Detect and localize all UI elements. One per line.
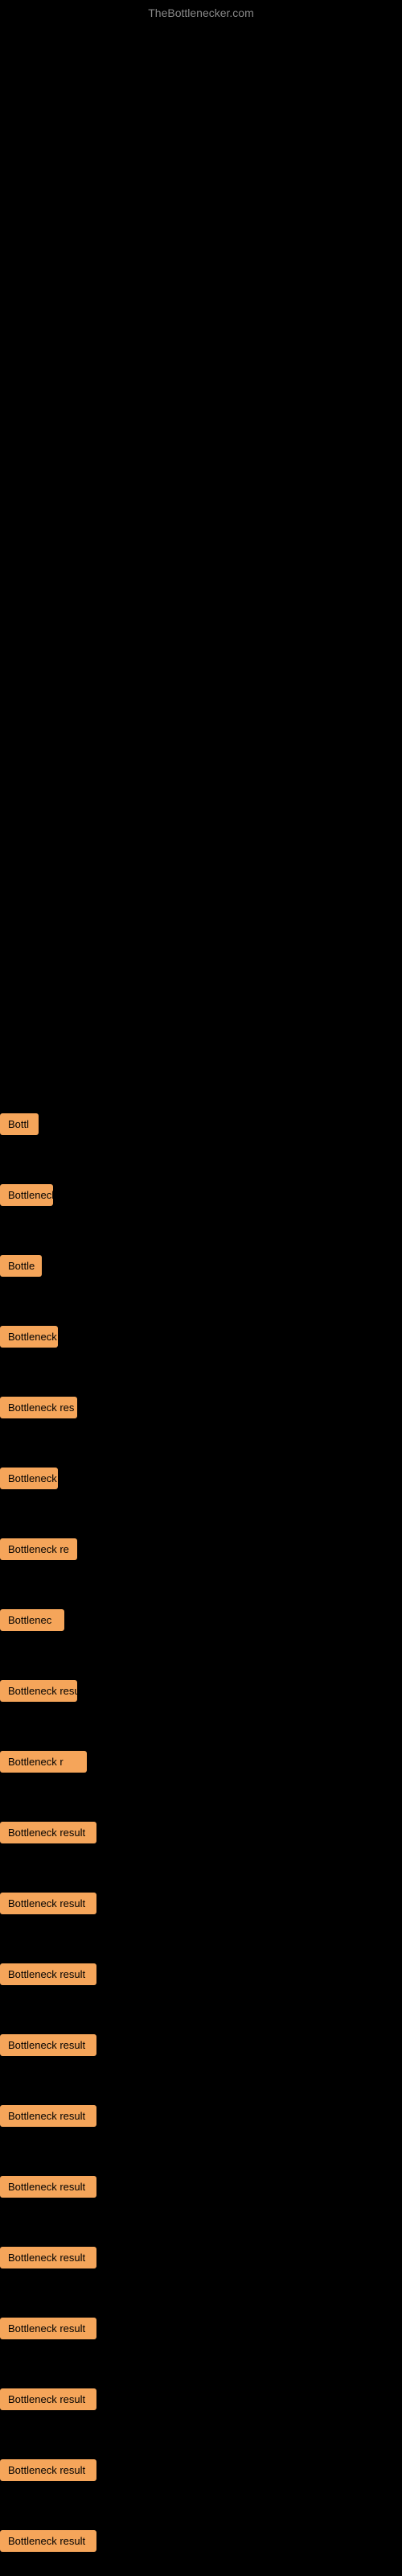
bottleneck-result-badge: Bottleneck result xyxy=(0,2247,96,2268)
list-item: Bottleneck result xyxy=(0,2363,402,2434)
list-item: Bottleneck r xyxy=(0,1726,402,1797)
bottleneck-result-badge: Bottleneck xyxy=(0,1326,58,1348)
bottleneck-result-badge: Bottleneck result xyxy=(0,1893,96,1914)
bottleneck-result-badge: Bottleneck xyxy=(0,1468,58,1489)
site-header: TheBottlenecker.com xyxy=(0,0,402,23)
list-item: Bottle xyxy=(0,1230,402,1301)
list-item: Bottleneck xyxy=(0,1159,402,1230)
list-item: Bottleneck result xyxy=(0,1868,402,1938)
bottleneck-result-badge: Bottl xyxy=(0,1113,39,1135)
list-item: Bottl xyxy=(0,1088,402,1159)
bottleneck-result-badge: Bottleneck resu xyxy=(0,1680,77,1702)
list-item: Bottleneck result xyxy=(0,2222,402,2293)
list-item: Bottleneck res xyxy=(0,1372,402,1443)
bottleneck-result-badge: Bottleneck result xyxy=(0,2318,96,2339)
bottleneck-result-badge: Bottleneck result xyxy=(0,2388,96,2410)
list-item: Bottleneck result xyxy=(0,2151,402,2222)
list-item: Bottleneck xyxy=(0,1443,402,1513)
bottleneck-result-badge: Bottleneck result xyxy=(0,2034,96,2056)
bottleneck-result-badge: Bottleneck result xyxy=(0,2105,96,2127)
list-item: Bottleneck result xyxy=(0,1797,402,1868)
list-item: Bottleneck result xyxy=(0,2293,402,2363)
bottleneck-result-badge: Bottlenec xyxy=(0,1609,64,1631)
bottleneck-result-badge: Bottleneck result xyxy=(0,1822,96,1843)
bottleneck-result-badge: Bottleneck re xyxy=(0,1538,77,1560)
site-title: TheBottlenecker.com xyxy=(0,0,402,23)
list-item: Bottleneck result xyxy=(0,2505,402,2576)
list-item: Bottleneck result xyxy=(0,1938,402,2009)
bottleneck-result-badge: Bottle xyxy=(0,1255,42,1277)
list-item: Bottleneck resu xyxy=(0,1655,402,1726)
list-item: Bottleneck re xyxy=(0,1513,402,1584)
list-item: Bottleneck result xyxy=(0,2080,402,2151)
bottleneck-result-badge: Bottleneck result xyxy=(0,2530,96,2552)
bottleneck-items-container: Bottl Bottleneck Bottle Bottleneck Bottlenec… xyxy=(0,1088,402,2576)
list-item: Bottleneck xyxy=(0,1301,402,1372)
bottleneck-result-badge: Bottleneck result xyxy=(0,2176,96,2198)
list-item: Bottleneck result xyxy=(0,2009,402,2080)
bottleneck-result-badge: Bottleneck result xyxy=(0,1963,96,1985)
list-item: Bottleneck result xyxy=(0,2434,402,2505)
bottleneck-result-badge: Bottleneck result xyxy=(0,2459,96,2481)
bottleneck-result-badge: Bottleneck res xyxy=(0,1397,77,1418)
list-item: Bottlenec xyxy=(0,1584,402,1655)
bottleneck-result-badge: Bottleneck xyxy=(0,1184,53,1206)
bottleneck-result-badge: Bottleneck r xyxy=(0,1751,87,1773)
